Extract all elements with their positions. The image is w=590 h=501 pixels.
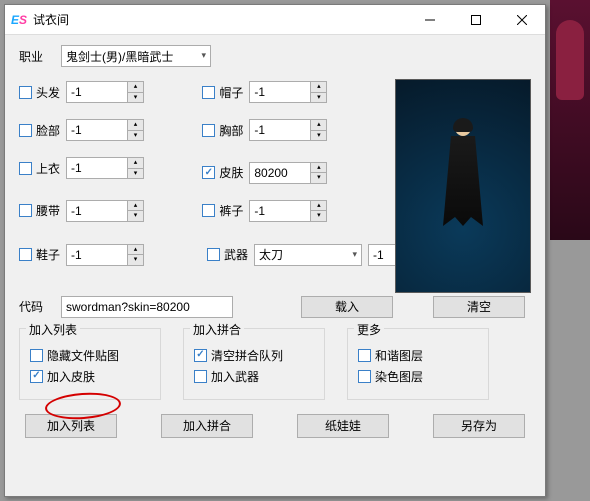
hide-file-image-checkbox[interactable]: 隐藏文件贴图 [30, 347, 150, 364]
paper-doll-button[interactable]: 纸娃娃 [297, 414, 389, 438]
window-title: 试衣间 [33, 11, 407, 28]
group-title: 更多 [354, 321, 384, 338]
skin-checkbox[interactable]: 皮肤 [202, 164, 243, 181]
close-button[interactable] [499, 5, 545, 35]
chevron-down-icon: ▾ [201, 50, 206, 61]
code-label: 代码 [19, 298, 53, 315]
weapon-type-select[interactable]: 太刀▾ [254, 244, 362, 266]
pants-checkbox[interactable]: 裤子 [202, 202, 243, 219]
hair-spinner[interactable]: -1▴▾ [66, 81, 144, 103]
add-weapon-checkbox[interactable]: 加入武器 [194, 368, 314, 385]
chest-checkbox[interactable]: 胸部 [202, 122, 243, 139]
minimize-button[interactable] [407, 5, 453, 35]
titlebar: ES 试衣间 [5, 5, 545, 35]
up-icon: ▴ [127, 82, 143, 93]
clear-button[interactable]: 清空 [433, 296, 525, 318]
skin-spinner[interactable]: 80200▴▾ [249, 162, 327, 184]
app-icon: ES [5, 12, 33, 27]
job-value: 鬼剑士(男)/黑暗武士 [66, 48, 173, 65]
group-more: 更多 和谐图层 染色图层 [347, 328, 489, 400]
background-character [550, 0, 590, 240]
shoes-label: 鞋子 [36, 246, 60, 263]
harmony-layer-checkbox[interactable]: 和谐图层 [358, 347, 478, 364]
weapon-label: 武器 [224, 246, 248, 263]
clear-merge-queue-checkbox[interactable]: 清空拼合队列 [194, 347, 314, 364]
coat-spinner[interactable]: -1▴▾ [66, 157, 144, 179]
character-preview [395, 79, 531, 293]
group-add-list: 加入列表 隐藏文件贴图 加入皮肤 [19, 328, 161, 400]
down-icon: ▾ [127, 93, 143, 103]
job-label: 职业 [19, 48, 53, 65]
dye-layer-checkbox[interactable]: 染色图层 [358, 368, 478, 385]
maximize-button[interactable] [453, 5, 499, 35]
chest-spinner[interactable]: -1▴▾ [249, 119, 327, 141]
add-list-button[interactable]: 加入列表 [25, 414, 117, 438]
add-merge-button[interactable]: 加入拼合 [161, 414, 253, 438]
dressing-room-window: ES 试衣间 职业 鬼剑士(男)/黑暗武士 ▾ 头发 -1▴▾ 帽子 [4, 4, 546, 497]
belt-label: 腰带 [36, 202, 60, 219]
weapon-checkbox[interactable]: 武器 [207, 246, 248, 263]
hat-checkbox[interactable]: 帽子 [202, 84, 243, 101]
save-as-button[interactable]: 另存为 [433, 414, 525, 438]
shoes-checkbox[interactable]: 鞋子 [19, 246, 60, 263]
face-checkbox[interactable]: 脸部 [19, 122, 60, 139]
coat-checkbox[interactable]: 上衣 [19, 160, 60, 177]
face-spinner[interactable]: -1▴▾ [66, 119, 144, 141]
code-input[interactable]: swordman?skin=80200 [61, 296, 233, 318]
hat-label: 帽子 [219, 84, 243, 101]
group-title: 加入拼合 [190, 321, 244, 338]
chest-label: 胸部 [219, 122, 243, 139]
job-select[interactable]: 鬼剑士(男)/黑暗武士 ▾ [61, 45, 211, 67]
hat-spinner[interactable]: -1▴▾ [249, 81, 327, 103]
shoes-spinner[interactable]: -1▴▾ [66, 244, 144, 266]
add-skin-checkbox[interactable]: 加入皮肤 [30, 368, 150, 385]
group-add-merge: 加入拼合 清空拼合队列 加入武器 [183, 328, 325, 400]
coat-label: 上衣 [36, 160, 60, 177]
skin-label: 皮肤 [219, 164, 243, 181]
pants-label: 裤子 [219, 202, 243, 219]
group-title: 加入列表 [26, 321, 80, 338]
hair-checkbox[interactable]: 头发 [19, 84, 60, 101]
face-label: 脸部 [36, 122, 60, 139]
belt-spinner[interactable]: -1▴▾ [66, 200, 144, 222]
chevron-down-icon: ▾ [352, 249, 357, 260]
belt-checkbox[interactable]: 腰带 [19, 202, 60, 219]
load-button[interactable]: 载入 [301, 296, 393, 318]
hair-label: 头发 [36, 84, 60, 101]
pants-spinner[interactable]: -1▴▾ [249, 200, 327, 222]
